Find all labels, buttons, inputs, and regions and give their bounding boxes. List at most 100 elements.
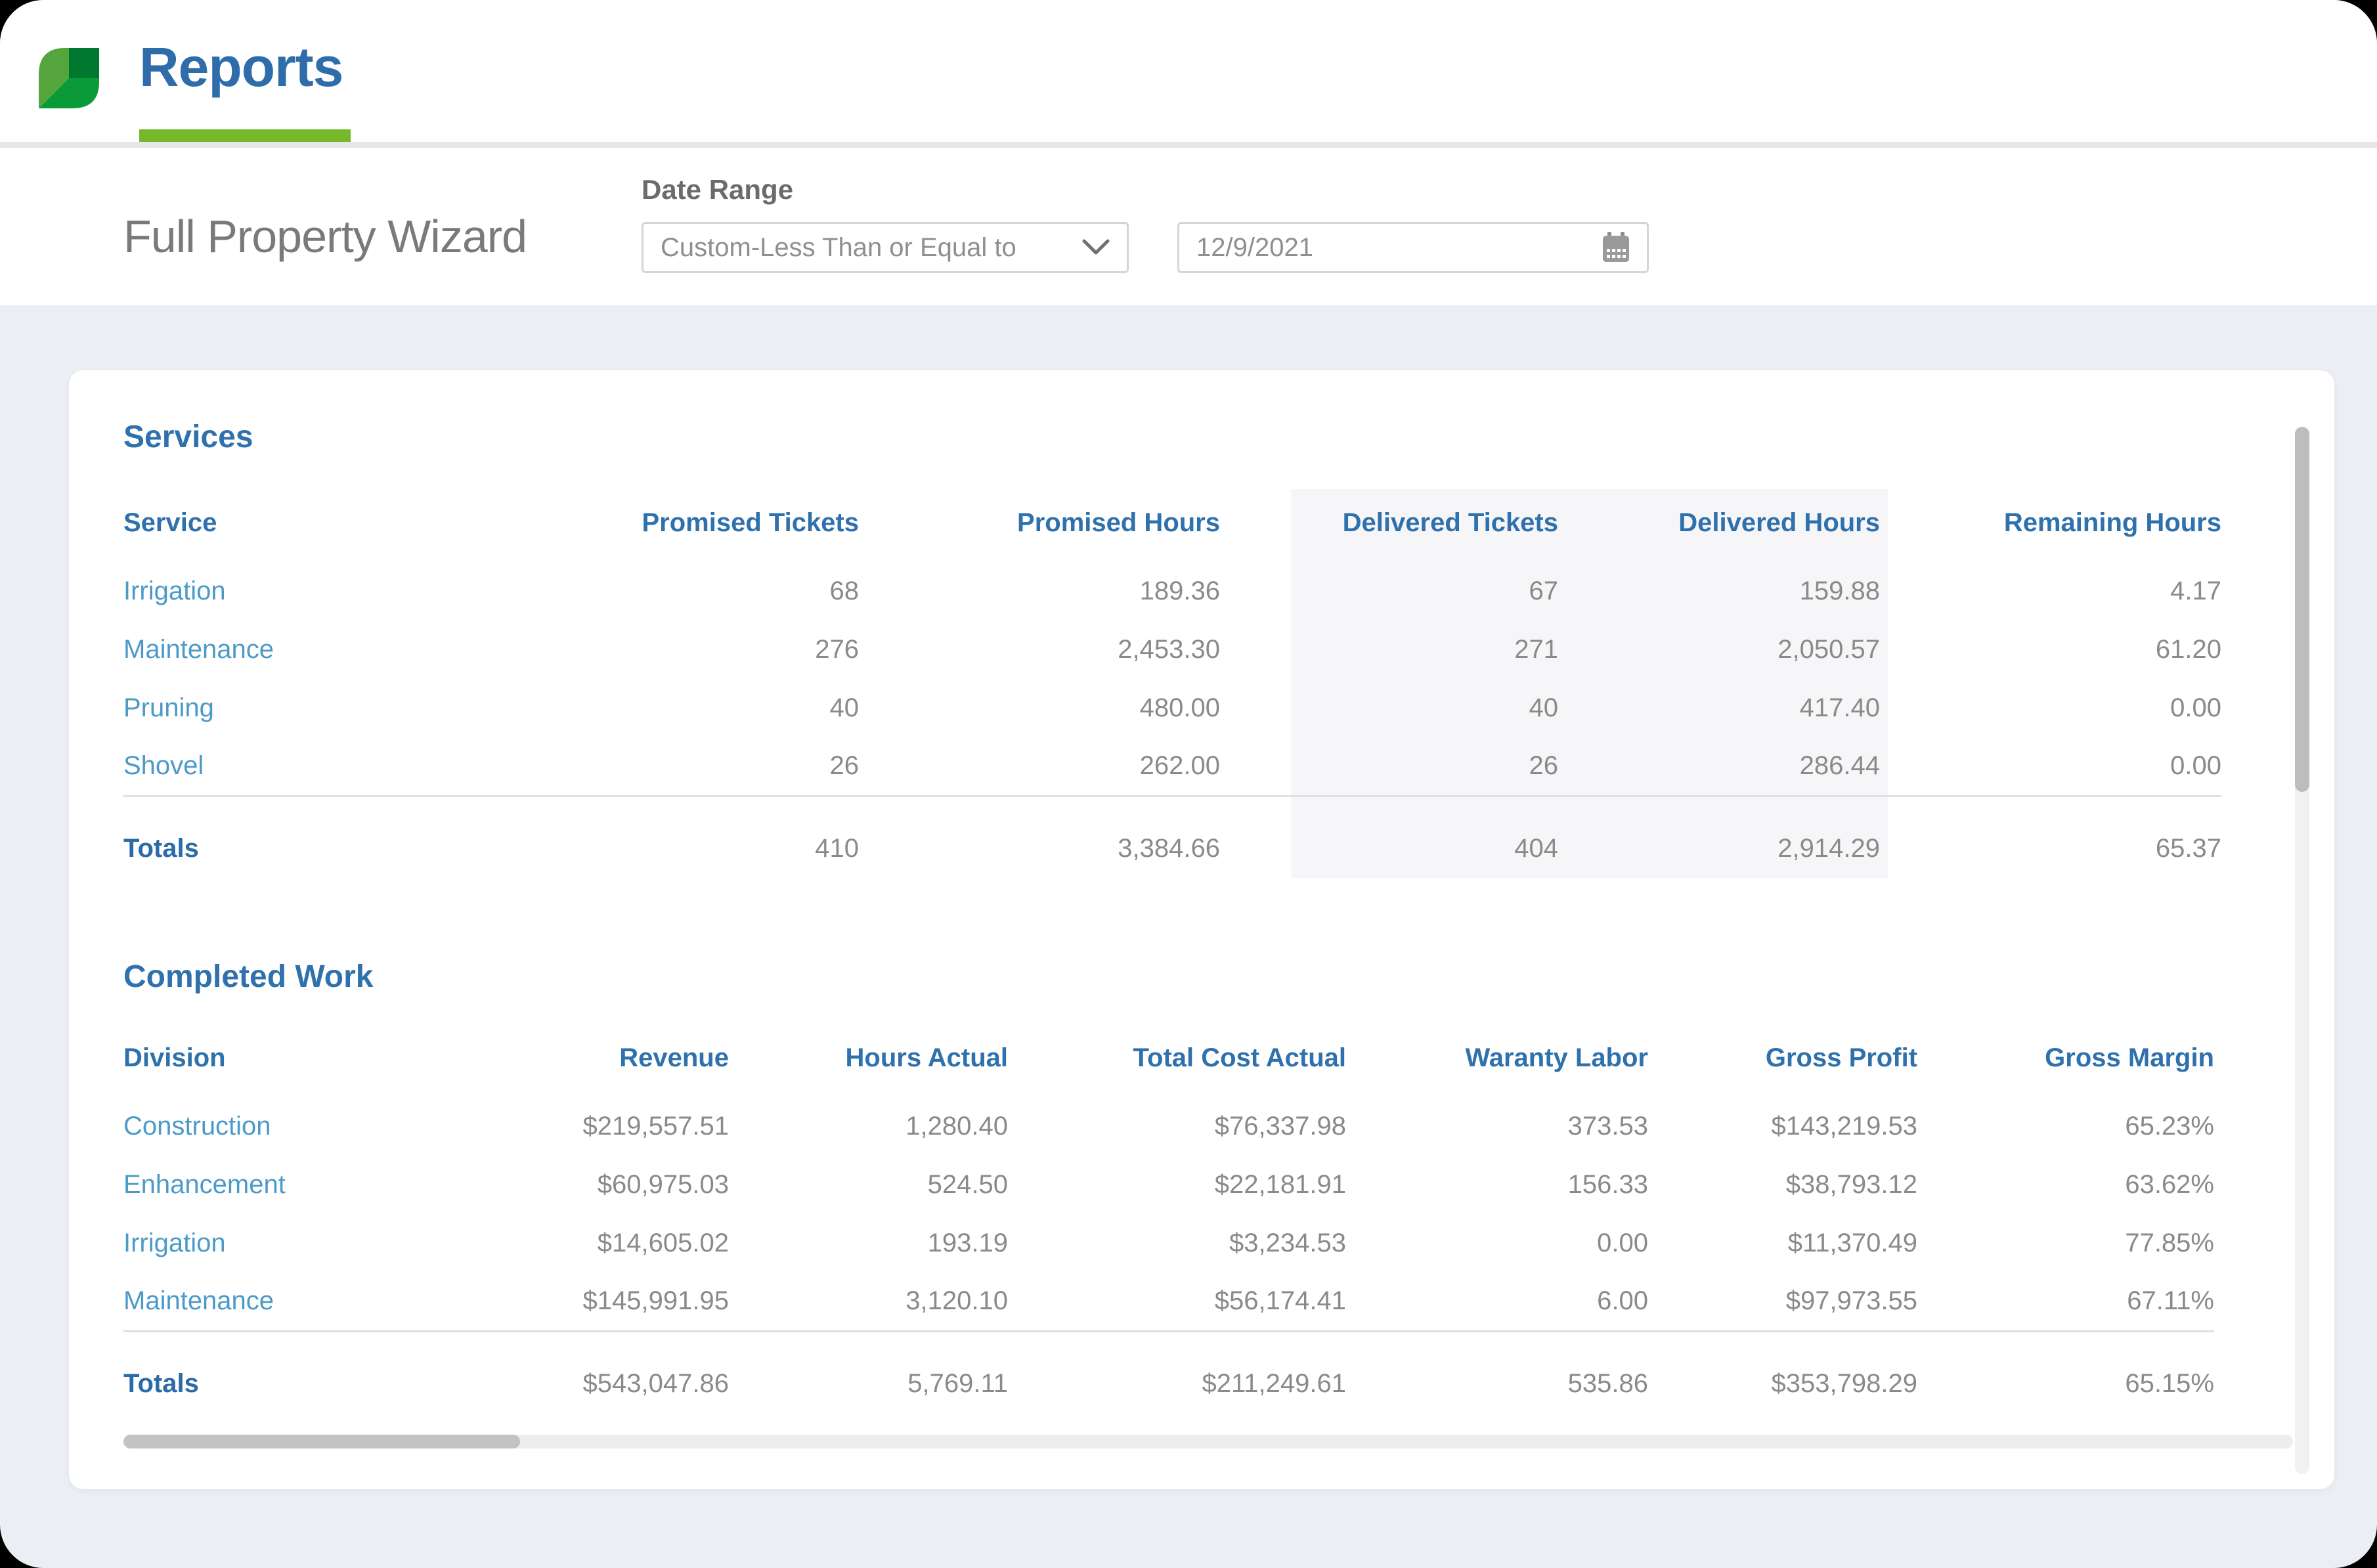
total-value: $211,249.61 (1008, 1344, 1346, 1424)
cell-value: 0.00 (1346, 1214, 1648, 1273)
division-link[interactable]: Enhancement (123, 1156, 452, 1214)
cell-value: $143,219.53 (1648, 1097, 1917, 1156)
vertical-scrollbar-thumb[interactable] (2295, 427, 2309, 792)
table-row: Pruning 40 480.00 40 417.40 0.00 (123, 679, 2221, 737)
date-field[interactable]: 12/9/2021 (1177, 222, 1649, 273)
cell-value: 63.62% (1917, 1156, 2214, 1214)
date-comparator-select[interactable]: Custom-Less Than or Equal to (642, 222, 1129, 273)
cell-value: 0.00 (1880, 679, 2221, 737)
total-value: 3,384.66 (859, 809, 1220, 889)
column-header: Division (123, 1018, 452, 1097)
cell-value: 159.88 (1558, 562, 1880, 621)
cell-value: 276 (583, 621, 859, 679)
cell-value: 77.85% (1917, 1214, 2214, 1273)
vertical-scrollbar[interactable] (2295, 427, 2309, 1474)
total-value: 535.86 (1346, 1344, 1648, 1424)
services-totals-row: Totals 410 3,384.66 404 2,914.29 65.37 (123, 809, 2221, 889)
cell-value: 271 (1220, 621, 1558, 679)
reports-window: Reports Full Property Wizard Date Range … (0, 0, 2377, 1568)
horizontal-scrollbar-thumb[interactable] (123, 1435, 520, 1448)
cell-value: 193.19 (729, 1214, 1008, 1273)
cell-value: $14,605.02 (452, 1214, 729, 1273)
cell-value: 6.00 (1346, 1273, 1648, 1331)
cell-value: 61.20 (1880, 621, 2221, 679)
chevron-down-icon (1082, 239, 1110, 256)
date-comparator-value: Custom-Less Than or Equal to (661, 233, 1016, 263)
cell-value: 68 (583, 562, 859, 621)
completed-work-totals-row: Totals $543,047.86 5,769.11 $211,249.61 … (123, 1344, 2214, 1424)
table-row: Maintenance 276 2,453.30 271 2,050.57 61… (123, 621, 2221, 679)
column-header: Revenue (452, 1018, 729, 1097)
cell-value: $38,793.12 (1648, 1156, 1917, 1214)
cell-value: $97,973.55 (1648, 1273, 1917, 1331)
table-row: Irrigation 68 189.36 67 159.88 4.17 (123, 562, 2221, 621)
cell-value: $60,975.03 (452, 1156, 729, 1214)
completed-work-section-title: Completed Work (123, 959, 373, 995)
page-title: Full Property Wizard (123, 210, 527, 263)
column-header: Delivered Tickets (1220, 483, 1558, 562)
table-row: Irrigation $14,605.02 193.19 $3,234.53 0… (123, 1214, 2214, 1273)
services-header-row: Service Promised Tickets Promised Hours … (123, 483, 2221, 562)
completed-work-header-row: Division Revenue Hours Actual Total Cost… (123, 1018, 2214, 1097)
horizontal-scrollbar[interactable] (123, 1435, 2293, 1448)
cell-value: $22,181.91 (1008, 1156, 1346, 1214)
tab-reports[interactable]: Reports (139, 35, 343, 99)
cell-value: 1,280.40 (729, 1097, 1008, 1156)
column-header: Waranty Labor (1346, 1018, 1648, 1097)
cell-value: 67 (1220, 562, 1558, 621)
date-field-value: 12/9/2021 (1196, 233, 1313, 263)
completed-work-table: Division Revenue Hours Actual Total Cost… (123, 1018, 2214, 1424)
total-value: 410 (583, 809, 859, 889)
cell-value: 0.00 (1880, 737, 2221, 796)
cell-value: 2,050.57 (1558, 621, 1880, 679)
service-link[interactable]: Shovel (123, 737, 583, 796)
division-link[interactable]: Construction (123, 1097, 452, 1156)
cell-value: 417.40 (1558, 679, 1880, 737)
report-toolbar: Full Property Wizard Date Range Custom-L… (0, 148, 2377, 305)
table-row: Construction $219,557.51 1,280.40 $76,33… (123, 1097, 2214, 1156)
cell-value: $11,370.49 (1648, 1214, 1917, 1273)
active-tab-indicator (139, 129, 351, 142)
cell-value: $145,991.95 (452, 1273, 729, 1331)
totals-label: Totals (123, 809, 583, 889)
cell-value: 26 (1220, 737, 1558, 796)
cell-value: $219,557.51 (452, 1097, 729, 1156)
cell-value: 524.50 (729, 1156, 1008, 1214)
cell-value: $56,174.41 (1008, 1273, 1346, 1331)
service-link[interactable]: Irrigation (123, 562, 583, 621)
table-row: Maintenance $145,991.95 3,120.10 $56,174… (123, 1273, 2214, 1331)
column-header: Promised Tickets (583, 483, 859, 562)
cell-value: 156.33 (1346, 1156, 1648, 1214)
cell-value: 2,453.30 (859, 621, 1220, 679)
cell-value: 3,120.10 (729, 1273, 1008, 1331)
service-link[interactable]: Maintenance (123, 621, 583, 679)
column-header: Hours Actual (729, 1018, 1008, 1097)
column-header: Gross Margin (1917, 1018, 2214, 1097)
cell-value: $3,234.53 (1008, 1214, 1346, 1273)
services-table: Service Promised Tickets Promised Hours … (123, 483, 2221, 889)
total-value: 404 (1220, 809, 1558, 889)
column-header: Total Cost Actual (1008, 1018, 1346, 1097)
division-link[interactable]: Irrigation (123, 1214, 452, 1273)
total-value: 65.37 (1880, 809, 2221, 889)
leaf-logo-icon (39, 46, 99, 110)
totals-divider (123, 1331, 2214, 1344)
totals-divider (123, 796, 2221, 809)
cell-value: 40 (1220, 679, 1558, 737)
column-header: Delivered Hours (1558, 483, 1880, 562)
cell-value: 4.17 (1880, 562, 2221, 621)
column-header: Service (123, 483, 583, 562)
total-value: 5,769.11 (729, 1344, 1008, 1424)
column-header: Remaining Hours (1880, 483, 2221, 562)
cell-value: 189.36 (859, 562, 1220, 621)
division-link[interactable]: Maintenance (123, 1273, 452, 1331)
total-value: $543,047.86 (452, 1344, 729, 1424)
service-link[interactable]: Pruning (123, 679, 583, 737)
table-row: Shovel 26 262.00 26 286.44 0.00 (123, 737, 2221, 796)
column-header: Gross Profit (1648, 1018, 1917, 1097)
header-divider (0, 142, 2377, 148)
cell-value: 67.11% (1917, 1273, 2214, 1331)
date-range-label: Date Range (642, 174, 793, 206)
services-section-title: Services (123, 419, 253, 455)
cell-value: 262.00 (859, 737, 1220, 796)
